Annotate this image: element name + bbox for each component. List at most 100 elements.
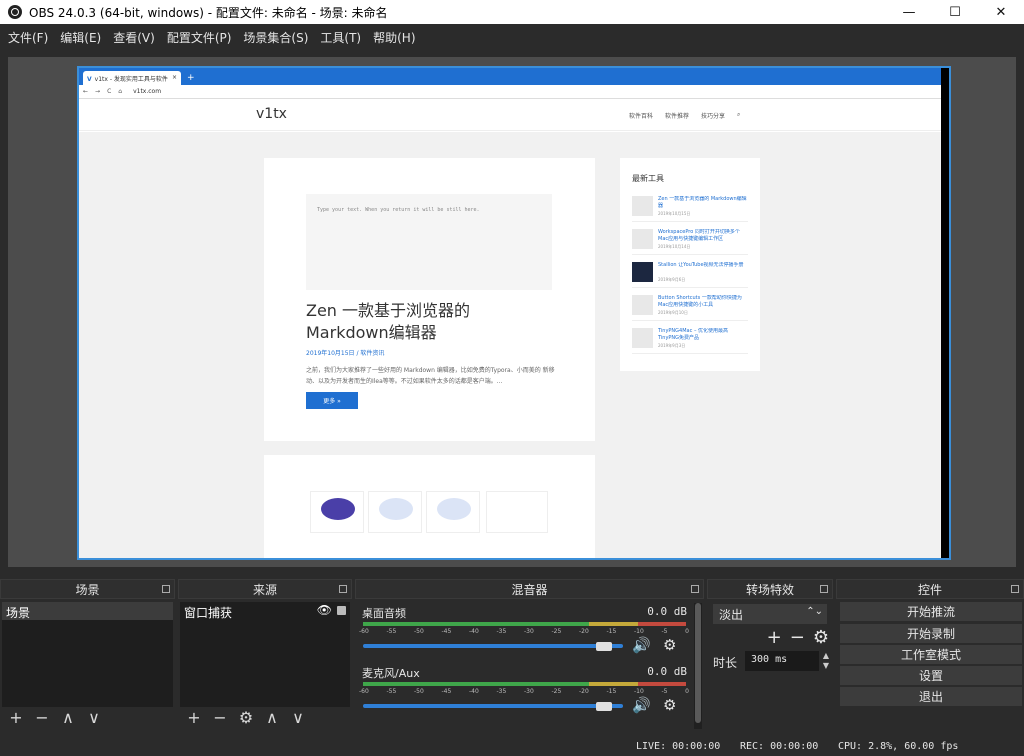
menu-bar: 文件(F) 编辑(E) 查看(V) 配置文件(P) 场景集合(S) 工具(T) … xyxy=(0,24,1024,50)
scrollbar-thumb[interactable] xyxy=(695,603,701,723)
post-meta: 2019年10月15日 / 软件资讯 xyxy=(306,350,385,357)
channel-gear-icon[interactable]: ⚙ xyxy=(663,636,676,654)
start-recording-button[interactable]: 开始录制 xyxy=(840,624,1022,643)
volume-slider-handle[interactable] xyxy=(596,702,612,711)
widget-item-thumbnail xyxy=(632,229,653,249)
exit-button[interactable]: 退出 xyxy=(840,687,1022,706)
meter-tick-label: -5 xyxy=(661,688,668,695)
widget-item-name: Stallion 让YouTube视频无法停播手册 xyxy=(658,262,744,268)
float-dock-icon[interactable] xyxy=(691,585,699,593)
remove-scene-button[interactable]: − xyxy=(32,708,52,728)
studio-mode-button[interactable]: 工作室模式 xyxy=(840,645,1022,664)
move-scene-down-button[interactable]: ∨ xyxy=(84,708,104,728)
meter-segment xyxy=(637,682,686,686)
speaker-icon[interactable]: 🔊 xyxy=(632,636,651,654)
float-dock-icon[interactable] xyxy=(162,585,170,593)
meter-tick-label: -15 xyxy=(606,628,617,635)
volume-slider[interactable] xyxy=(363,704,623,708)
transition-properties-button[interactable]: ⚙ xyxy=(813,627,829,648)
lock-icon[interactable] xyxy=(337,606,346,615)
widget-item-name: Zen 一款基于浏览器的 Markdown编辑器 xyxy=(658,196,747,209)
post-card-illustrations xyxy=(264,455,595,558)
duration-stepper[interactable]: ▲ ▼ xyxy=(820,651,832,671)
post-excerpt: 之前，我们为大家推荐了一些好用的 Markdown 编辑器，比如免费的Typor… xyxy=(306,367,555,385)
add-source-button[interactable]: + xyxy=(184,708,204,728)
add-transition-button[interactable]: + xyxy=(767,627,782,648)
settings-button[interactable]: 设置 xyxy=(840,666,1022,685)
channel-gear-icon[interactable]: ⚙ xyxy=(663,696,676,714)
volume-slider[interactable] xyxy=(363,644,623,648)
dock-header: 转场特效 xyxy=(707,579,833,599)
transition-select[interactable]: 淡出 ⌃⌄ xyxy=(713,604,827,624)
float-dock-icon[interactable] xyxy=(820,585,828,593)
browser-address-bar: ← → C ⌂ v1tx.com xyxy=(79,85,949,99)
stepper-up-icon[interactable]: ▲ xyxy=(820,651,832,661)
status-bar: LIVE: 00:00:00 REC: 00:00:00 CPU: 2.8%, … xyxy=(0,738,1024,756)
remove-transition-button[interactable]: − xyxy=(790,627,805,648)
speaker-icon[interactable]: 🔊 xyxy=(632,696,651,714)
captured-browser-window[interactable]: Vv1tx - 发现实用工具与软件 × + ← → C ⌂ v1tx.com v… xyxy=(77,66,951,560)
meter-segment xyxy=(589,622,638,626)
menu-profile[interactable]: 配置文件(P) xyxy=(161,29,238,46)
channel-name: 麦克风/Aux xyxy=(362,667,420,680)
menu-tools[interactable]: 工具(T) xyxy=(314,29,367,46)
minimize-button[interactable]: — xyxy=(886,0,932,24)
menu-file[interactable]: 文件(F) xyxy=(2,29,54,46)
float-dock-icon[interactable] xyxy=(339,585,347,593)
float-dock-icon[interactable] xyxy=(1011,585,1019,593)
source-item[interactable]: 窗口捕获 👁 xyxy=(180,602,350,620)
menu-view[interactable]: 查看(V) xyxy=(107,29,161,46)
meter-tick-label: -50 xyxy=(414,628,424,635)
scene-item[interactable]: 场景 xyxy=(2,602,173,620)
browser-tab-title: v1tx - 发现实用工具与软件 xyxy=(94,76,168,83)
menu-scene-collection[interactable]: 场景集合(S) xyxy=(237,29,314,46)
widget-item-thumbnail xyxy=(632,196,653,216)
remove-source-button[interactable]: − xyxy=(210,708,230,728)
scenes-dock: 场景 场景 + − ∧ ∨ xyxy=(0,579,175,734)
illustration-image xyxy=(321,498,355,520)
move-source-down-button[interactable]: ∨ xyxy=(288,708,308,728)
meter-tick-label: -10 xyxy=(634,628,644,635)
live-timer: LIVE: 00:00:00 xyxy=(636,741,721,752)
meter-tick-label: -20 xyxy=(579,628,589,635)
site-body: Type your text. When you return it will … xyxy=(79,132,943,558)
site-nav-item: 软件百科 xyxy=(629,113,654,120)
start-streaming-button[interactable]: 开始推流 xyxy=(840,602,1022,621)
meter-ticks: -60 -55 -50 -45 -40 -35 -30 -25 -20 -15 -10 -5 0 xyxy=(359,688,689,695)
move-source-up-button[interactable]: ∧ xyxy=(262,708,282,728)
source-list[interactable]: 窗口捕获 👁 xyxy=(180,602,350,707)
maximize-button[interactable]: ☐ xyxy=(932,0,978,24)
sources-dock-title: 来源 xyxy=(252,582,277,597)
meter-tick-label: -15 xyxy=(606,688,617,695)
post-card: Type your text. When you return it will … xyxy=(264,158,595,441)
move-scene-up-button[interactable]: ∧ xyxy=(58,708,78,728)
mixer-channels: 桌面音频 0.0 dB -60 -55 -50 -45 -40 -35 -30 -25 -20 -15… xyxy=(357,602,695,729)
preview-area[interactable]: Vv1tx - 发现实用工具与软件 × + ← → C ⌂ v1tx.com v… xyxy=(8,57,1016,567)
stepper-down-icon[interactable]: ▼ xyxy=(820,661,832,671)
browser-tab: Vv1tx - 发现实用工具与软件 × xyxy=(83,71,181,85)
meter-segment xyxy=(363,622,590,626)
post-thumbnail: Type your text. When you return it will … xyxy=(306,194,552,290)
source-properties-button[interactable]: ⚙ xyxy=(236,708,256,728)
channel-db: 0.0 dB xyxy=(647,665,687,678)
duration-input[interactable]: 300 ms xyxy=(745,651,819,671)
controls-dock: 控件 开始推流 开始录制 工作室模式 设置 退出 xyxy=(836,579,1024,734)
tab-close-icon: × xyxy=(171,74,177,81)
close-button[interactable]: ✕ xyxy=(978,0,1024,24)
illustration-image xyxy=(437,498,471,520)
sources-dock: 来源 窗口捕获 👁 + − ⚙ ∧ ∨ xyxy=(178,579,352,734)
add-scene-button[interactable]: + xyxy=(6,708,26,728)
site-header: v1tx 软件百科 软件推荐 技巧分享 ⌕ xyxy=(79,99,949,131)
cpu-fps: CPU: 2.8%, 60.00 fps xyxy=(838,741,959,752)
menu-edit[interactable]: 编辑(E) xyxy=(54,29,107,46)
meter-tick-label: -30 xyxy=(524,628,534,635)
widget-item-date: 2019年9月6日 xyxy=(658,277,686,282)
visibility-icon[interactable]: 👁 xyxy=(317,603,332,617)
menu-help[interactable]: 帮助(H) xyxy=(367,29,421,46)
mixer-scrollbar[interactable] xyxy=(694,603,702,729)
site-nav-item: 软件推荐 xyxy=(665,113,690,120)
scene-list[interactable]: 场景 xyxy=(2,602,173,707)
site-nav: 软件百科 软件推荐 技巧分享 ⌕ xyxy=(629,111,740,120)
volume-slider-handle[interactable] xyxy=(596,642,612,651)
chevron-updown-icon: ⌃⌄ xyxy=(806,606,823,617)
